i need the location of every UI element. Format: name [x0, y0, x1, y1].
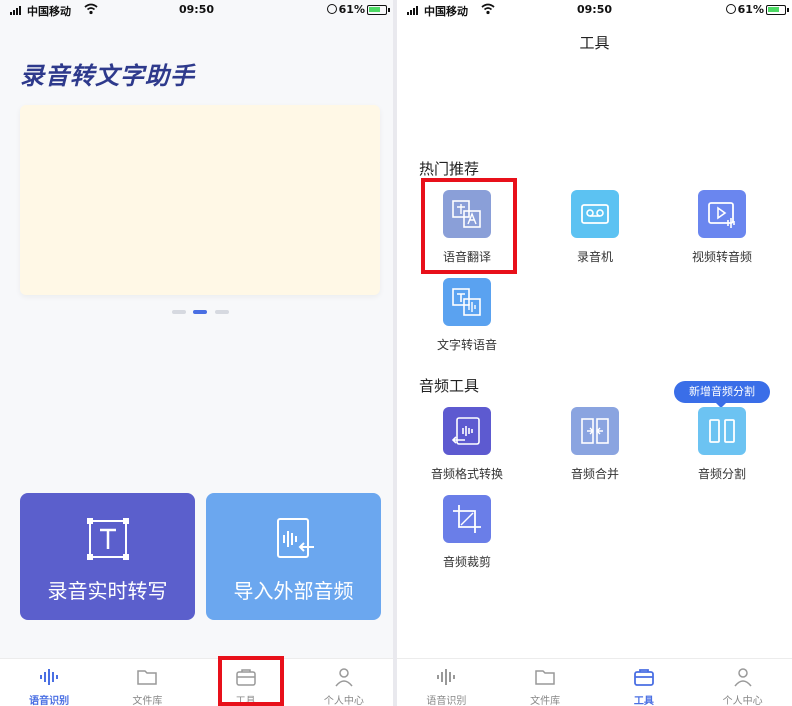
text-frame-icon — [86, 518, 129, 560]
hot-section-heading: 热门推荐 — [419, 160, 480, 178]
tab-tools[interactable]: 工具 — [197, 659, 295, 706]
user-icon — [734, 668, 752, 687]
new-feature-badge: 新增音频分割 — [674, 381, 770, 408]
page-title: 工具 — [579, 34, 610, 52]
home-screen: 中国移动 09:50 61% 录音转文字助手 录音实时转写 导入外部音频 语音识… — [0, 0, 393, 706]
tab-tools[interactable]: 工具 — [595, 659, 694, 706]
tab-bar: 语音识别 文件库 工具 个人中心 — [397, 658, 792, 706]
import-audio-icon — [276, 518, 314, 558]
toolbox-icon — [633, 669, 654, 686]
tab-label: 工具 — [633, 696, 654, 706]
merge-icon — [571, 407, 619, 455]
tab-bar: 语音识别 文件库 工具 个人中心 — [0, 658, 393, 706]
toolbox-icon — [235, 669, 256, 686]
tab-label: 文件库 — [530, 696, 561, 706]
tab-speech-recognition[interactable]: 语音识别 — [0, 659, 98, 706]
text-to-speech-icon — [443, 278, 491, 326]
battery-icon — [766, 5, 789, 15]
tab-label: 文件库 — [132, 696, 163, 706]
tab-file-library[interactable]: 文件库 — [98, 659, 196, 706]
translate-icon — [443, 190, 491, 238]
tool-label: 文字转语音 — [436, 338, 497, 352]
status-bar: 中国移动 09:50 61% — [397, 0, 792, 20]
tab-file-library[interactable]: 文件库 — [496, 659, 595, 706]
battery-percent: 61% — [737, 3, 764, 16]
tab-label: 语音识别 — [426, 696, 467, 706]
tool-label: 音频分割 — [697, 467, 746, 481]
recorder-icon — [571, 190, 619, 238]
battery-percent: 61% — [338, 3, 365, 16]
tool-format-convert[interactable]: 音频格式转换 — [407, 407, 527, 482]
tab-profile[interactable]: 个人中心 — [295, 659, 393, 706]
tool-label: 音频格式转换 — [430, 467, 503, 481]
battery-icon — [367, 5, 390, 15]
tab-speech-recognition[interactable]: 语音识别 — [397, 659, 496, 706]
rotation-lock-icon — [327, 4, 337, 14]
banner-carousel[interactable] — [20, 105, 380, 295]
tool-label: 音频合并 — [570, 467, 619, 481]
status-bar: 中国移动 09:50 61% — [0, 0, 393, 20]
waveform-icon — [437, 669, 456, 685]
tab-label: 工具 — [235, 696, 256, 706]
tool-label: 视频转音频 — [691, 250, 752, 264]
import-audio-label: 导入外部音频 — [233, 579, 354, 603]
record-realtime-button[interactable]: 录音实时转写 — [20, 493, 195, 620]
tools-screen: 中国移动 09:50 61% 工具 热门推荐 语音翻译 录音机 视频转音频 文字… — [397, 0, 792, 706]
import-audio-button[interactable]: 导入外部音频 — [206, 493, 381, 620]
audio-section-heading: 音频工具 — [419, 377, 480, 395]
tool-audio-split[interactable]: 音频分割 — [662, 407, 782, 482]
video-to-audio-icon — [698, 190, 746, 238]
user-icon — [335, 668, 353, 687]
folder-icon — [137, 670, 158, 685]
record-realtime-label: 录音实时转写 — [47, 579, 168, 603]
tool-video-to-audio[interactable]: 视频转音频 — [662, 190, 782, 265]
tool-label: 录音机 — [576, 250, 613, 264]
tool-label: 语音翻译 — [442, 250, 491, 264]
app-title: 录音转文字助手 — [20, 62, 195, 90]
tool-audio-merge[interactable]: 音频合并 — [535, 407, 655, 482]
split-icon — [698, 407, 746, 455]
tool-label: 音频裁剪 — [442, 555, 491, 569]
folder-icon — [535, 670, 555, 685]
format-convert-icon — [443, 407, 491, 455]
tab-profile[interactable]: 个人中心 — [693, 659, 792, 706]
tab-label: 个人中心 — [722, 696, 763, 706]
tool-audio-crop[interactable]: 音频裁剪 — [407, 495, 527, 570]
tool-voice-translate[interactable]: 语音翻译 — [407, 190, 527, 265]
crop-icon — [443, 495, 491, 543]
rotation-lock-icon — [726, 4, 736, 14]
waveform-icon — [40, 669, 59, 685]
tool-text-to-speech[interactable]: 文字转语音 — [407, 278, 527, 353]
tool-recorder[interactable]: 录音机 — [535, 190, 655, 265]
tab-label: 个人中心 — [323, 696, 364, 706]
tab-label: 语音识别 — [29, 696, 70, 706]
carousel-indicator — [172, 310, 232, 314]
